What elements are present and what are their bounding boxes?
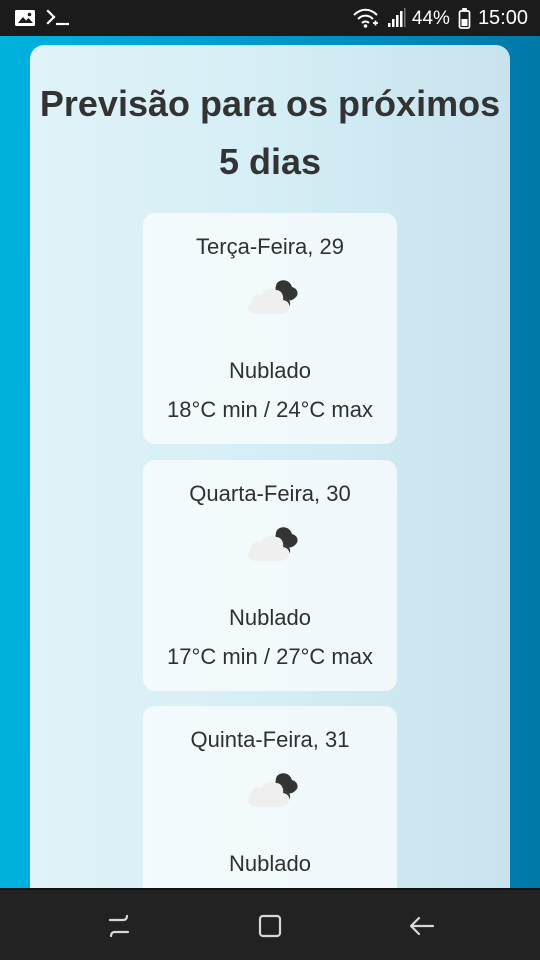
home-icon: [258, 914, 282, 938]
clock-time: 15:00: [477, 7, 528, 29]
cloudy-icon: [247, 527, 298, 561]
battery-icon: [458, 6, 471, 30]
terminal-icon: [44, 6, 74, 30]
home-button[interactable]: [240, 903, 300, 949]
forecast-day-date: Quinta-Feira, 31: [190, 727, 350, 752]
cloudy-icon: [247, 280, 298, 314]
android-navigation-bar: [0, 888, 540, 960]
signal-icon: [387, 6, 406, 30]
weather-condition: Nublado: [229, 605, 311, 630]
temperature-range: 18°C min / 24°C max: [167, 397, 373, 422]
recent-apps-icon: [108, 914, 130, 938]
forecast-day-card: Terça-Feira, 29 Nublado 18°C min / 24°C …: [143, 213, 397, 444]
battery-percent: 44%: [411, 7, 450, 29]
forecast-title: Previsão para os próximos 5 dias: [39, 83, 501, 182]
wifi-icon: [352, 6, 379, 30]
forecast-day-date: Quarta-Feira, 30: [189, 481, 351, 506]
back-button[interactable]: [391, 903, 451, 949]
recent-apps-button[interactable]: [89, 903, 149, 949]
temperature-range: 17°C min / 27°C max: [167, 644, 373, 669]
status-bar: 44% 15:00: [0, 0, 540, 36]
weather-condition: Nublado: [229, 358, 311, 383]
back-icon: [409, 916, 435, 936]
forecast-day-date: Terça-Feira, 29: [196, 234, 344, 259]
gallery-icon: [14, 6, 36, 30]
forecast-panel: Previsão para os próximos 5 dias Terça-F…: [30, 45, 510, 925]
cloudy-icon: [247, 773, 298, 807]
weather-condition: Nublado: [229, 851, 311, 876]
forecast-day-card: Quarta-Feira, 30 Nublado 17°C min / 27°C…: [143, 460, 397, 691]
status-right: 44% 15:00: [344, 0, 528, 36]
status-left: [14, 0, 82, 36]
weather-screen: 44% 15:00 Previsão para os próximos 5 di…: [0, 0, 540, 960]
